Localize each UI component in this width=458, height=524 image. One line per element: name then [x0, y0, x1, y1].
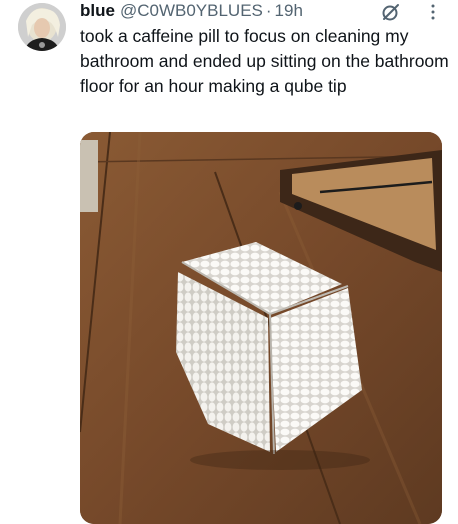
grok-icon[interactable]	[380, 1, 402, 23]
avatar[interactable]	[18, 3, 66, 51]
user-handle[interactable]: @C0WB0YBLUES	[120, 1, 263, 21]
tweet-header: blue @C0WB0YBLUES · 19h	[80, 0, 303, 22]
separator-dot: ·	[265, 1, 272, 20]
more-icon[interactable]	[422, 1, 444, 23]
tweet-text: took a caffeine pill to focus on cleanin…	[80, 26, 449, 96]
display-name[interactable]: blue	[80, 1, 115, 21]
tweet-photo[interactable]	[80, 132, 442, 524]
timestamp[interactable]: 19h	[275, 1, 303, 21]
tweet[interactable]: blue @C0WB0YBLUES · 19h took a caffeine …	[0, 0, 458, 524]
